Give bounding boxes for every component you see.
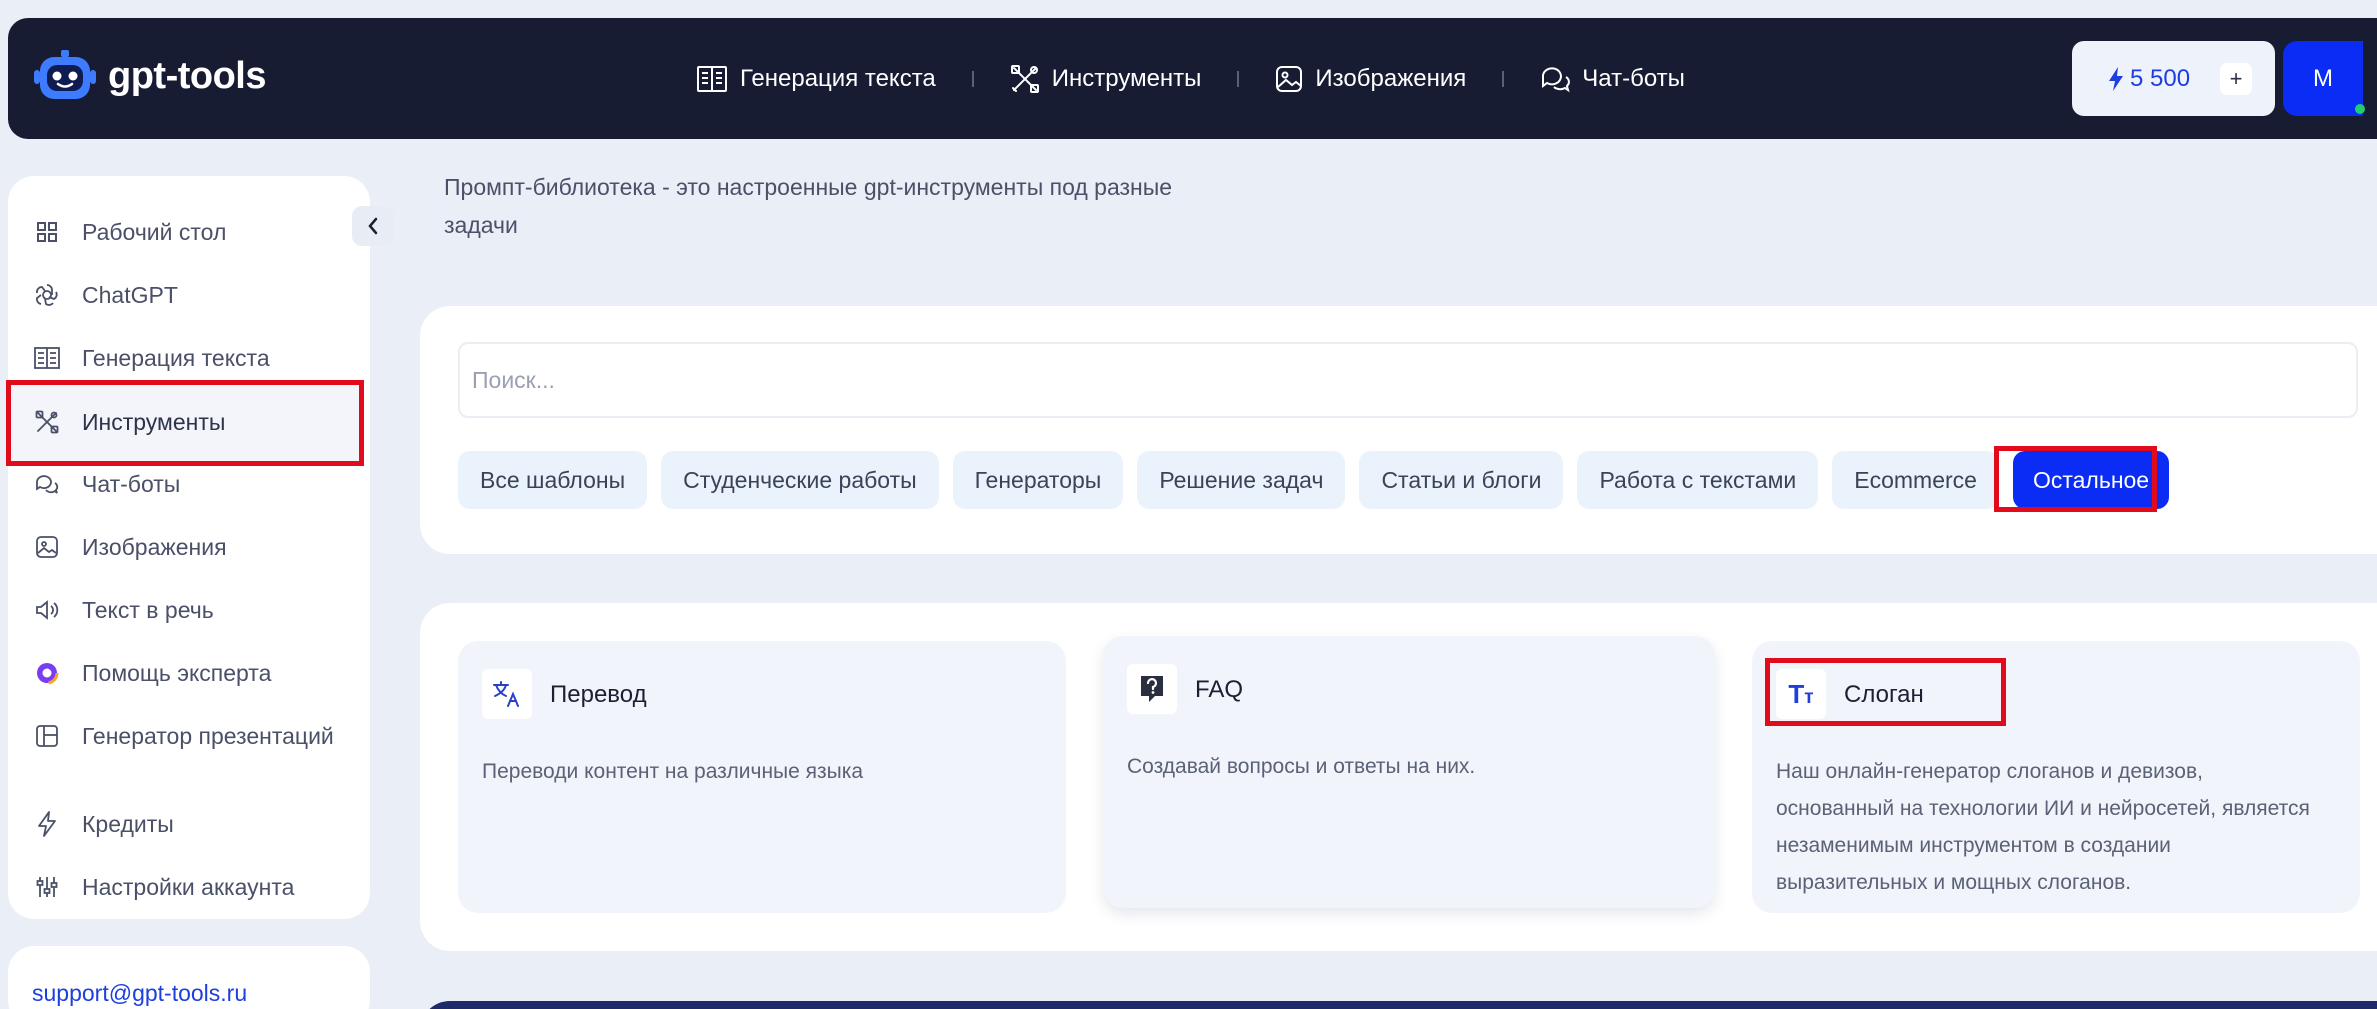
tool-card-slogan[interactable]: Tт Слоган Наш онлайн-генератор слоганов … [1752, 641, 2360, 913]
topnav-text-generation-label: Генерация текста [740, 64, 936, 92]
tools-icon [34, 409, 60, 435]
sidebar-item-label: Рабочий стол [82, 218, 227, 245]
sidebar-item-label: Кредиты [82, 810, 174, 837]
filter-text-work[interactable]: Работа с текстами [1577, 451, 1819, 509]
nav-divider [1237, 70, 1240, 87]
book-icon [34, 345, 60, 371]
credits-value: 5 500 [2130, 64, 2191, 92]
openai-icon [34, 282, 60, 308]
topnav-chatbots-label: Чат-боты [1582, 64, 1685, 92]
topnav-images[interactable]: Изображения [1275, 65, 1466, 93]
tool-card-faq[interactable]: FAQ Создавай вопросы и ответы на них. [1103, 636, 1715, 908]
sidebar-item-text-to-speech[interactable]: Текст в речь [34, 590, 214, 630]
nav-divider [971, 70, 974, 87]
filter-all-templates[interactable]: Все шаблоны [458, 451, 648, 509]
topnav-chatbots[interactable]: Чат-боты [1540, 65, 1685, 93]
tools-icon [1010, 64, 1040, 94]
sidebar-item-expert-help[interactable]: Помощь эксперта [34, 653, 271, 693]
sliders-icon [34, 874, 60, 900]
bottom-banner-edge [420, 1001, 2377, 1009]
logo-text: gpt-tools [108, 54, 267, 97]
credits-balance[interactable]: 5 500 + [2072, 41, 2275, 116]
card-title: Слоган [1844, 681, 1924, 708]
dashboard-icon [34, 219, 60, 245]
expert-icon [34, 660, 60, 686]
top-header: gpt-tools Генерация текста Инструменты И… [8, 18, 2377, 139]
user-avatar[interactable]: M [2283, 41, 2363, 116]
book-icon [696, 65, 728, 93]
support-email-link[interactable]: support@gpt-tools.ru [32, 980, 247, 1007]
sidebar-item-label: Помощь эксперта [82, 659, 272, 686]
sidebar-item-label: Инструменты [82, 408, 226, 435]
chat-icon [34, 471, 60, 497]
image-icon [1275, 65, 1303, 93]
translate-icon [482, 669, 532, 719]
sidebar-item-chatgpt[interactable]: ChatGPT [34, 275, 178, 315]
filter-student-works[interactable]: Студенческие работы [661, 451, 939, 509]
sidebar-item-tools[interactable]: Инструменты [8, 382, 362, 462]
online-status-dot [2355, 104, 2365, 114]
sidebar-item-label: Генератор презентаций [82, 722, 334, 749]
robot-logo-icon [34, 50, 96, 102]
add-credits-button[interactable]: + [2220, 63, 2252, 95]
filter-ecommerce[interactable]: Ecommerce [1832, 451, 1999, 509]
filter-generators[interactable]: Генераторы [952, 451, 1124, 509]
chevron-left-icon [367, 217, 379, 235]
tool-card-translate[interactable]: Перевод Переводи контент на различные яз… [458, 641, 1066, 913]
logo[interactable]: gpt-tools [34, 50, 267, 102]
top-nav: Генерация текста Инструменты Изображения… [696, 18, 1685, 139]
sidebar-item-label: ChatGPT [82, 281, 178, 308]
sidebar-item-chatbots[interactable]: Чат-боты [34, 464, 180, 504]
sidebar-item-credits[interactable]: Кредиты [34, 804, 174, 844]
card-title: Перевод [550, 681, 647, 708]
sidebar-item-presentation-generator[interactable]: Генератор презентаций [34, 716, 334, 756]
sidebar-item-images[interactable]: Изображения [34, 527, 227, 567]
topnav-images-label: Изображения [1315, 64, 1467, 92]
image-icon [34, 534, 60, 560]
filter-articles-blogs[interactable]: Статьи и блоги [1359, 451, 1564, 509]
presentation-icon [34, 723, 60, 749]
card-title: FAQ [1195, 676, 1244, 703]
card-description: Создавай вопросы и ответы на них. [1127, 755, 1476, 778]
page-description: Промпт-библиотека - это настроенные gpt-… [444, 174, 1173, 238]
sidebar-item-label: Изображения [82, 533, 227, 560]
sidebar-item-label: Текст в речь [82, 596, 214, 623]
sidebar-item-label: Генерация текста [82, 344, 270, 371]
nav-divider [1502, 70, 1505, 87]
topnav-tools[interactable]: Инструменты [1010, 64, 1202, 94]
sidebar-item-label: Чат-боты [82, 470, 181, 497]
collapse-sidebar-button[interactable] [352, 206, 394, 246]
filter-chips: Все шаблоны Студенческие работы Генерато… [458, 451, 2170, 509]
topnav-text-generation[interactable]: Генерация текста [696, 65, 936, 93]
card-description: Переводи контент на различные языка [482, 760, 864, 783]
speaker-icon [34, 597, 60, 623]
sidebar-item-dashboard[interactable]: Рабочий стол [34, 212, 226, 252]
card-description: Наш онлайн-генератор слоганов и девизов,… [1776, 760, 2310, 894]
sidebar-item-label: Настройки аккаунта [82, 873, 295, 900]
question-icon [1127, 664, 1177, 714]
lightning-icon [2108, 66, 2124, 91]
filter-other[interactable]: Остальное [2012, 451, 2170, 509]
topnav-tools-label: Инструменты [1051, 64, 1202, 92]
search-input[interactable] [458, 342, 2358, 418]
sidebar-item-text-generation[interactable]: Генерация текста [34, 338, 270, 378]
chat-icon [1540, 65, 1571, 93]
filter-problem-solving[interactable]: Решение задач [1137, 451, 1346, 509]
text-size-icon: Tт [1776, 669, 1826, 719]
lightning-icon [34, 811, 60, 837]
sidebar-item-account-settings[interactable]: Настройки аккаунта [34, 867, 294, 907]
